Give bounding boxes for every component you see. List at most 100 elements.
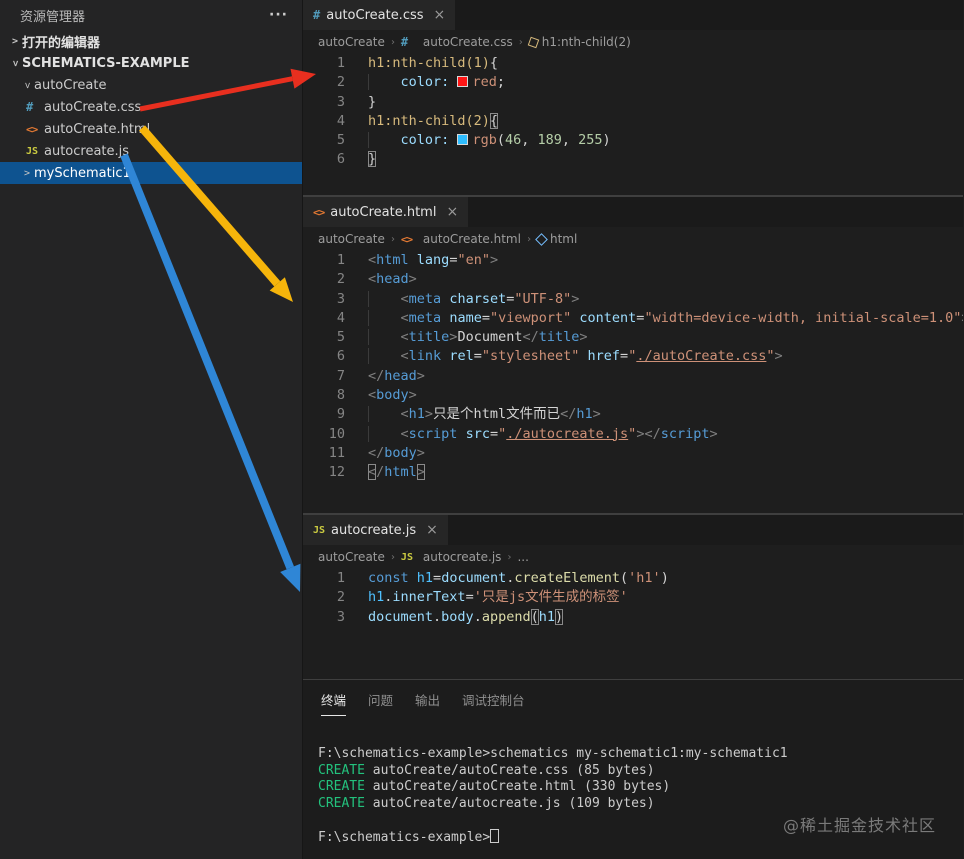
- line-number: 9: [336, 406, 345, 423]
- breadcrumb-item[interactable]: ...: [517, 550, 528, 564]
- breadcrumb-item[interactable]: autoCreate: [318, 550, 385, 564]
- sidebar-item-myschematic1[interactable]: > mySchematic1: [0, 162, 302, 184]
- tab-label: autocreate.js: [331, 522, 417, 538]
- breadcrumb-label: autoCreate: [318, 550, 385, 564]
- sidebar-item-autocreate.html[interactable]: <> autoCreate.html: [0, 118, 302, 140]
- close-icon[interactable]: ×: [434, 7, 446, 23]
- code-token: =: [489, 425, 499, 442]
- code-line: 8 <body>: [303, 386, 963, 405]
- code-token: 189: [537, 132, 562, 149]
- item-label: mySchematic1: [34, 165, 131, 181]
- panel-tab-终端[interactable]: 终端: [321, 690, 347, 716]
- breadcrumb-separator: ›: [525, 233, 532, 245]
- line-number: 12: [328, 464, 345, 481]
- open-editors-section[interactable]: > 打开的编辑器: [0, 30, 302, 52]
- close-icon[interactable]: ×: [446, 204, 458, 220]
- code-token: (: [496, 132, 505, 149]
- line-number: 3: [336, 93, 345, 110]
- tab-autocreate-js[interactable]: JS autocreate.js ×: [303, 515, 448, 545]
- editor-pane-js: JS autocreate.js × autoCreate › JS autocrea…: [303, 515, 963, 679]
- line-number: 2: [336, 589, 345, 606]
- panel-tab-问题[interactable]: 问题: [368, 690, 393, 716]
- js-code-editor[interactable]: 1 const h1=document.createElement('h1') 2 h…: [303, 569, 963, 627]
- css-file-icon: #: [313, 8, 321, 22]
- code-line: 2 h1.innerText='只是js文件生成的标签': [303, 588, 963, 607]
- code-token: </: [522, 329, 539, 346]
- terminal-cursor: [490, 828, 500, 843]
- code-token: "stylesheet": [481, 348, 580, 365]
- breadcrumb-item[interactable]: JS autocreate.js: [401, 550, 502, 564]
- css-code-editor[interactable]: 1 h1:nth-child(1){2 color: red; 3} 4 h1:nth-…: [303, 54, 963, 170]
- terminal-token: F:\schematics-example>schematics my-sche…: [318, 746, 788, 761]
- item-label: autocreate.js: [44, 143, 130, 159]
- terminal-token: CREATE: [318, 762, 365, 778]
- breadcrumb-item[interactable]: autoCreate: [318, 232, 385, 246]
- tab-autocreate-css[interactable]: # autoCreate.css ×: [303, 0, 456, 30]
- code-line: 2 color: red;: [303, 73, 963, 92]
- panel-tab-调试控制台[interactable]: 调试控制台: [462, 690, 525, 716]
- code-token: >: [416, 444, 425, 461]
- html-code-editor[interactable]: 1 <html lang="en"> 2 <head> 3 <meta charset=…: [303, 251, 963, 483]
- breadcrumb-label: autoCreate.html: [422, 232, 521, 246]
- line-number: 8: [336, 387, 345, 404]
- code-token: (: [530, 608, 539, 625]
- watermark: @稀土掘金技术社区: [782, 816, 936, 835]
- html-file-icon: <>: [26, 122, 38, 136]
- line-number: 3: [336, 608, 345, 625]
- editor-pane-html: <> autoCreate.html × autoCreate › <> autoCr…: [303, 197, 963, 513]
- breadcrumb-item[interactable]: autoCreate: [318, 35, 385, 49]
- line-content: <head>: [368, 270, 417, 289]
- code-token: </: [368, 444, 385, 461]
- breadcrumb-label: autoCreate: [318, 232, 385, 246]
- chevron-down-icon: >: [21, 81, 33, 89]
- sidebar-item-autocreate.css[interactable]: # autoCreate.css: [0, 96, 302, 118]
- code-token: color:: [400, 74, 450, 91]
- line-content: <title>Document</title>: [368, 328, 588, 347]
- breadcrumb-item[interactable]: h1:nth-child(2): [527, 35, 631, 49]
- line-content: <html lang="en">: [368, 251, 498, 270]
- breadcrumb-label: autoCreate.css: [422, 35, 513, 49]
- more-actions-icon[interactable]: ···: [269, 7, 288, 23]
- sidebar-item-autocreate[interactable]: > autoCreate: [0, 74, 302, 96]
- sidebar-item-schematics-example[interactable]: > SCHEMATICS-EXAMPLE: [0, 52, 302, 74]
- code-line: 2 <head>: [303, 270, 963, 289]
- code-token: </: [560, 406, 577, 423]
- close-icon[interactable]: ×: [426, 522, 438, 538]
- code-token: h1: [576, 406, 593, 423]
- sidebar-item-autocreate.js[interactable]: JS autocreate.js: [0, 140, 302, 162]
- explorer-header: 资源管理器 ···: [0, 0, 302, 30]
- terminal-line: CREATE autoCreate/autoCreate.html (330 b…: [318, 779, 963, 796]
- code-token: <: [400, 425, 409, 442]
- code-line: 7 </head>: [303, 367, 963, 386]
- js-file-icon: JS: [400, 551, 413, 563]
- code-token: (: [620, 570, 629, 586]
- code-line: 3}: [303, 93, 963, 112]
- tab-autocreate-html[interactable]: <> autoCreate.html ×: [303, 197, 469, 227]
- code-line: 6}: [303, 150, 963, 169]
- breadcrumb-item[interactable]: html: [535, 232, 577, 246]
- code-token: {: [489, 55, 499, 71]
- line-number: 5: [336, 132, 345, 149]
- code-token: .: [433, 608, 442, 625]
- line-content: h1.innerText='只是js文件生成的标签': [368, 588, 628, 607]
- code-token: ,: [561, 132, 579, 149]
- line-content: h1:nth-child(2){: [368, 112, 498, 131]
- color-swatch: [457, 134, 469, 146]
- code-token: </: [368, 367, 385, 384]
- line-number: 2: [336, 271, 345, 288]
- code-token: >: [489, 252, 499, 268]
- code-token: innerText: [392, 589, 466, 606]
- code-token: =: [620, 348, 629, 365]
- breadcrumb-item[interactable]: # autoCreate.css: [401, 35, 513, 49]
- code-token: >: [592, 406, 601, 423]
- code-token: createElement: [514, 570, 621, 586]
- panel-tab-输出[interactable]: 输出: [415, 690, 440, 716]
- breadcrumb-item[interactable]: <> autoCreate.html: [401, 232, 521, 246]
- js-file-icon: JS: [26, 145, 39, 157]
- code-token: <: [368, 387, 377, 404]
- tab-label: autoCreate.css: [326, 7, 424, 23]
